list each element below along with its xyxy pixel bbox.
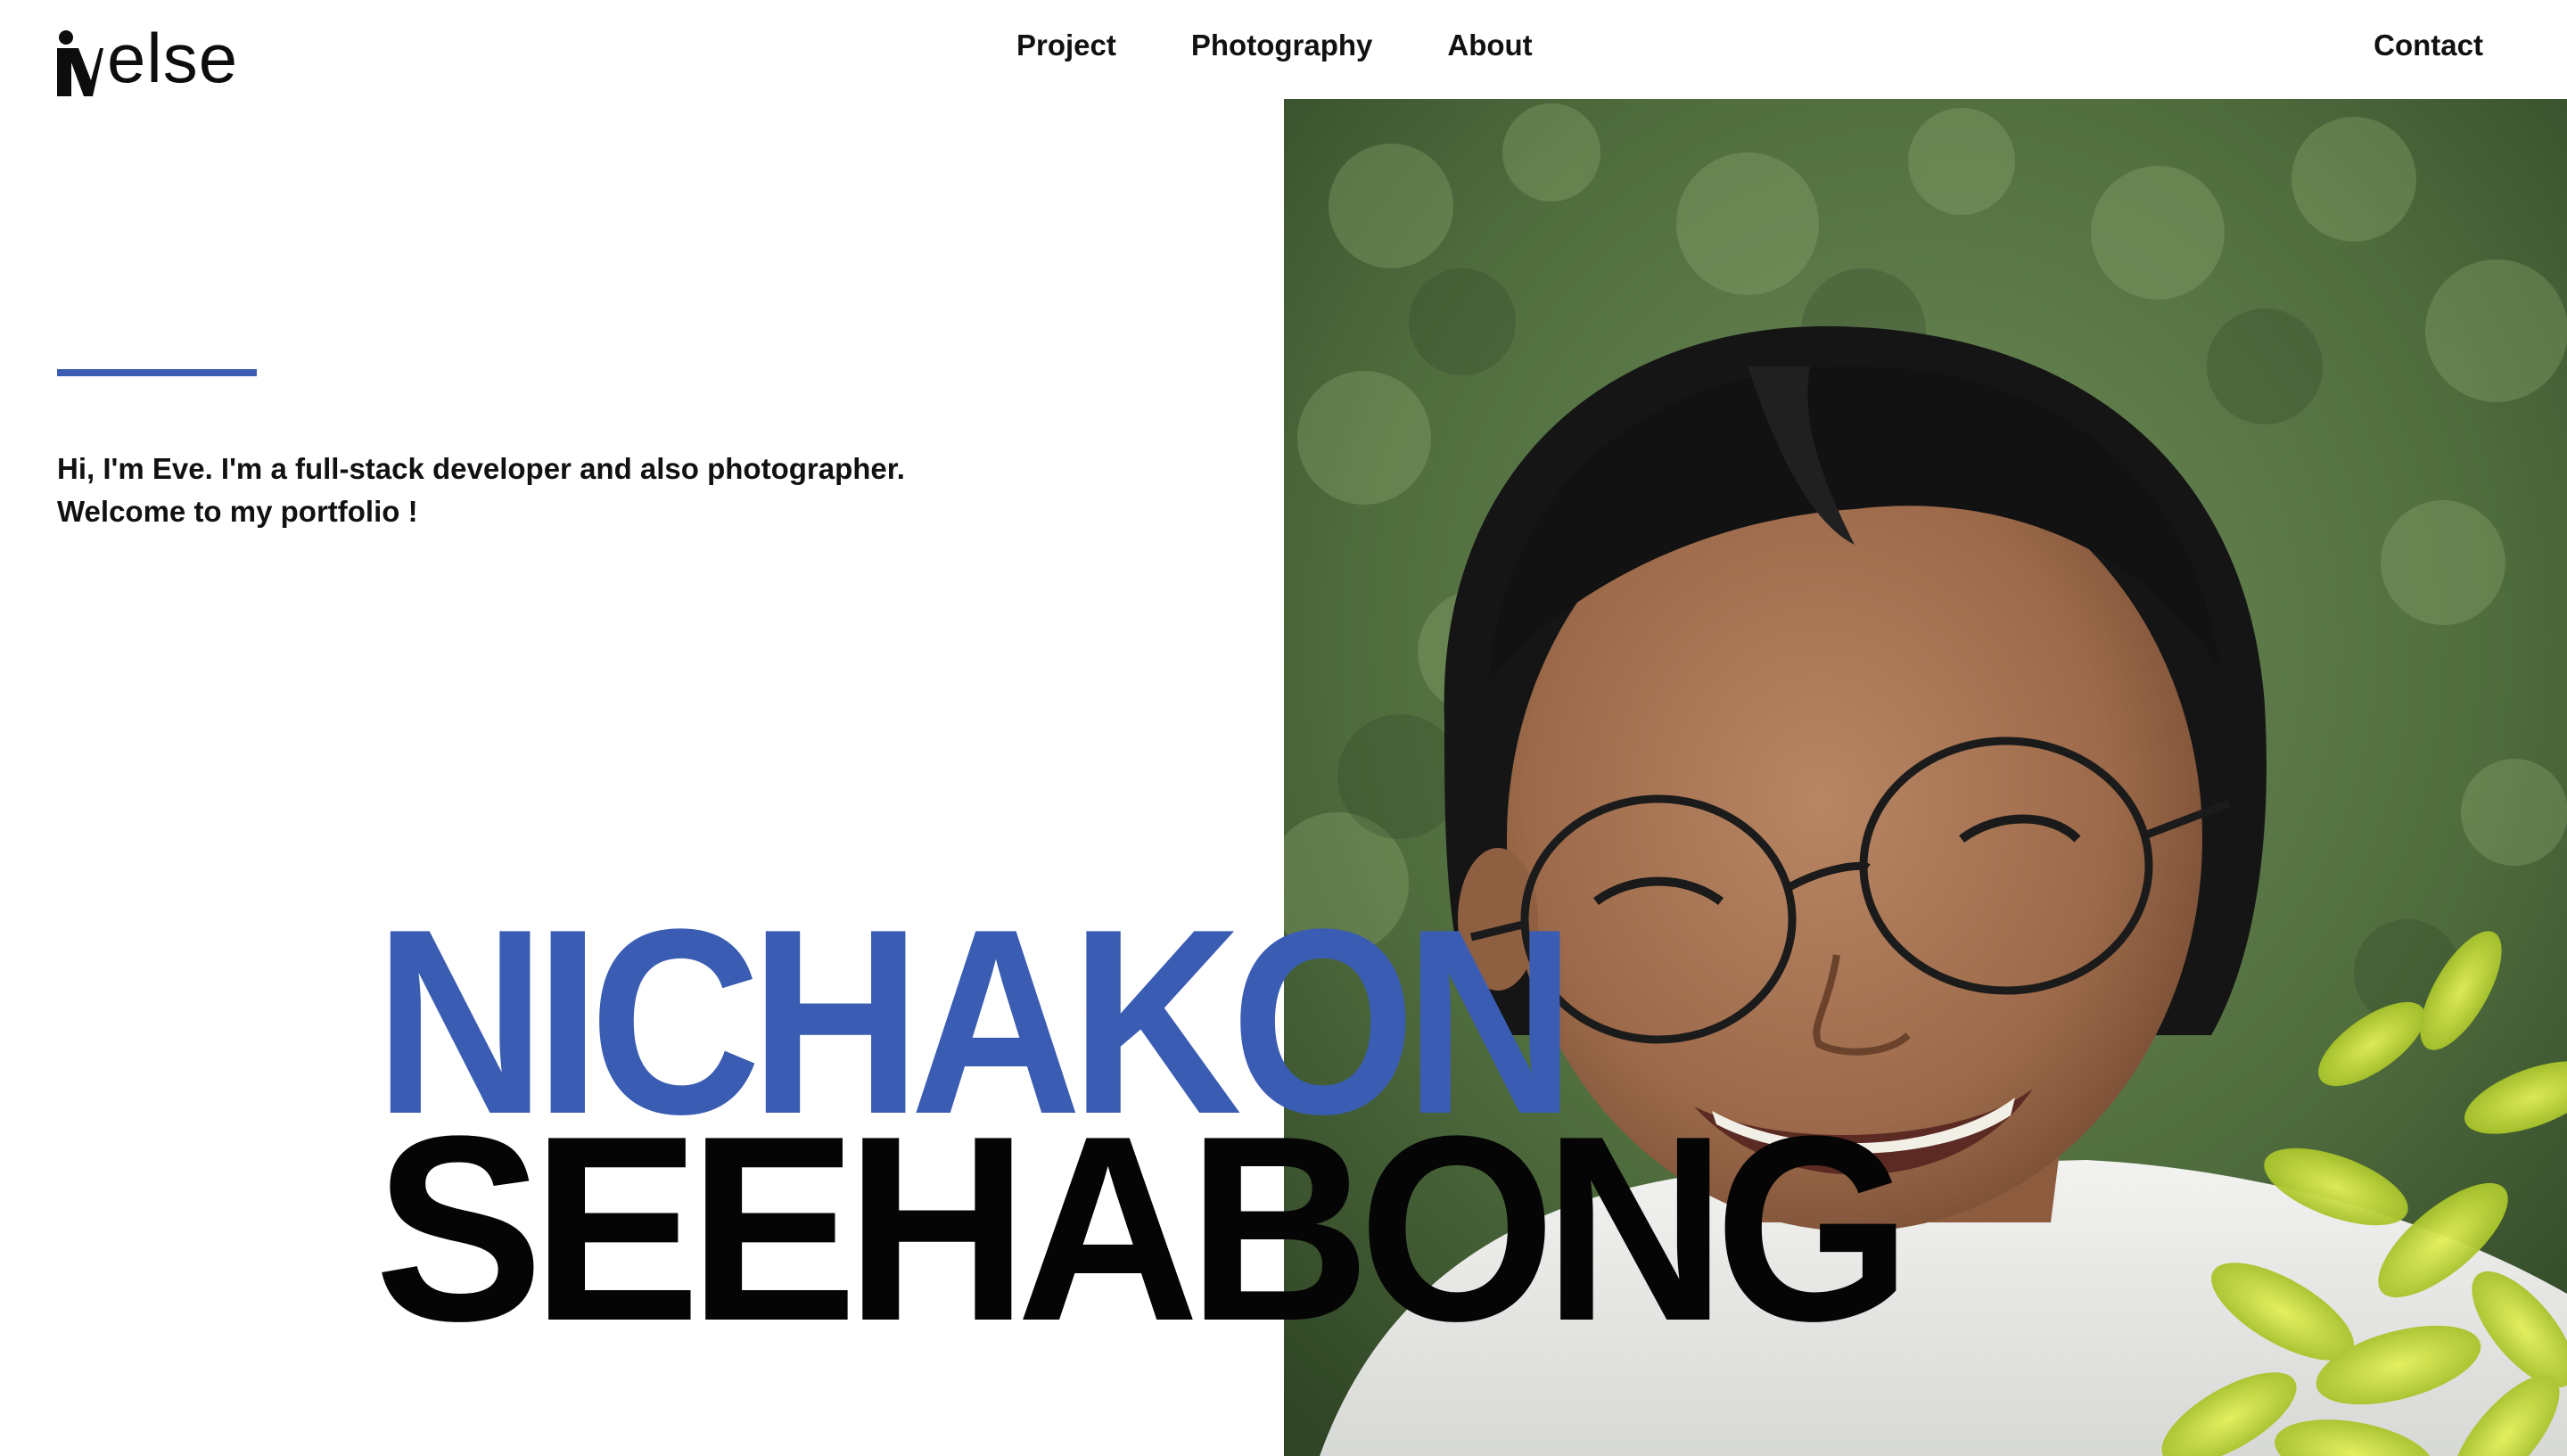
intro-line: Hi, I'm Eve. I'm a full-stack developer … — [57, 452, 905, 485]
logo-text: else — [107, 19, 239, 97]
main-nav: Project Photography About — [1016, 25, 1608, 66]
person-v-logo-icon — [57, 29, 103, 96]
nav-item-about[interactable]: About — [1447, 25, 1532, 66]
portfolio-page: else Project Photography About Contact H… — [0, 0, 2567, 1456]
site-logo[interactable]: else — [57, 7, 238, 96]
accent-divider — [57, 369, 257, 376]
intro-line: Welcome to my portfolio ! — [57, 495, 418, 528]
nav-item-project[interactable]: Project — [1016, 25, 1116, 66]
nav-item-contact[interactable]: Contact — [2374, 25, 2483, 66]
intro-text: Hi, I'm Eve. I'm a full-stack developer … — [57, 448, 1127, 533]
last-name: SEEHABONG — [374, 1081, 1912, 1376]
hero-name: NICHAKON SEEHABONG — [374, 890, 1963, 1376]
nav-item-photography[interactable]: Photography — [1191, 25, 1373, 66]
